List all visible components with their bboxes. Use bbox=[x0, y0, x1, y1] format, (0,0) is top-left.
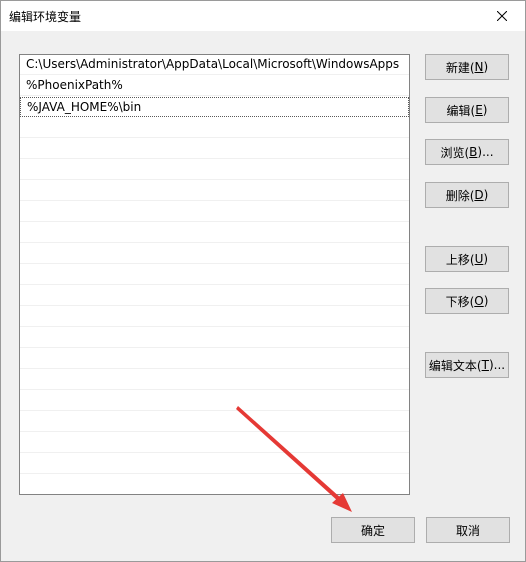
path-entry[interactable]: %PhoenixPath% bbox=[20, 76, 409, 96]
empty-row[interactable] bbox=[20, 475, 409, 494]
close-button[interactable] bbox=[479, 1, 525, 31]
path-entries-list[interactable]: C:\Users\Administrator\AppData\Local\Mic… bbox=[19, 54, 410, 495]
empty-row[interactable] bbox=[20, 244, 409, 264]
empty-row[interactable] bbox=[20, 349, 409, 369]
empty-row[interactable] bbox=[20, 328, 409, 348]
empty-row[interactable] bbox=[20, 391, 409, 411]
edit-button[interactable]: 编辑(E) bbox=[425, 97, 509, 123]
empty-row[interactable] bbox=[20, 202, 409, 222]
empty-row[interactable] bbox=[20, 454, 409, 474]
empty-row[interactable] bbox=[20, 286, 409, 306]
delete-button[interactable]: 删除(D) bbox=[425, 182, 509, 208]
close-icon bbox=[497, 11, 507, 21]
move-down-button[interactable]: 下移(O) bbox=[425, 288, 509, 314]
browse-button[interactable]: 浏览(B)... bbox=[425, 139, 509, 165]
move-up-button[interactable]: 上移(U) bbox=[425, 246, 509, 272]
empty-row[interactable] bbox=[20, 223, 409, 243]
edit-text-button[interactable]: 编辑文本(T)... bbox=[425, 352, 509, 378]
cancel-button[interactable]: 取消 bbox=[426, 517, 510, 543]
empty-row[interactable] bbox=[20, 412, 409, 432]
path-entry[interactable]: %JAVA_HOME%\bin bbox=[20, 97, 409, 117]
empty-row[interactable] bbox=[20, 370, 409, 390]
empty-row[interactable] bbox=[20, 160, 409, 180]
empty-row[interactable] bbox=[20, 307, 409, 327]
empty-row[interactable] bbox=[20, 265, 409, 285]
ok-button[interactable]: 确定 bbox=[331, 517, 415, 543]
empty-row[interactable] bbox=[20, 118, 409, 138]
window-title: 编辑环境变量 bbox=[9, 10, 82, 24]
edit-env-var-dialog: 编辑环境变量 C:\Users\Administrator\AppData\Lo… bbox=[0, 0, 526, 562]
title-bar[interactable]: 编辑环境变量 bbox=[1, 1, 525, 31]
path-entry[interactable]: C:\Users\Administrator\AppData\Local\Mic… bbox=[20, 55, 409, 75]
new-button[interactable]: 新建(N) bbox=[425, 54, 509, 80]
empty-row[interactable] bbox=[20, 433, 409, 453]
empty-row[interactable] bbox=[20, 181, 409, 201]
empty-row[interactable] bbox=[20, 139, 409, 159]
